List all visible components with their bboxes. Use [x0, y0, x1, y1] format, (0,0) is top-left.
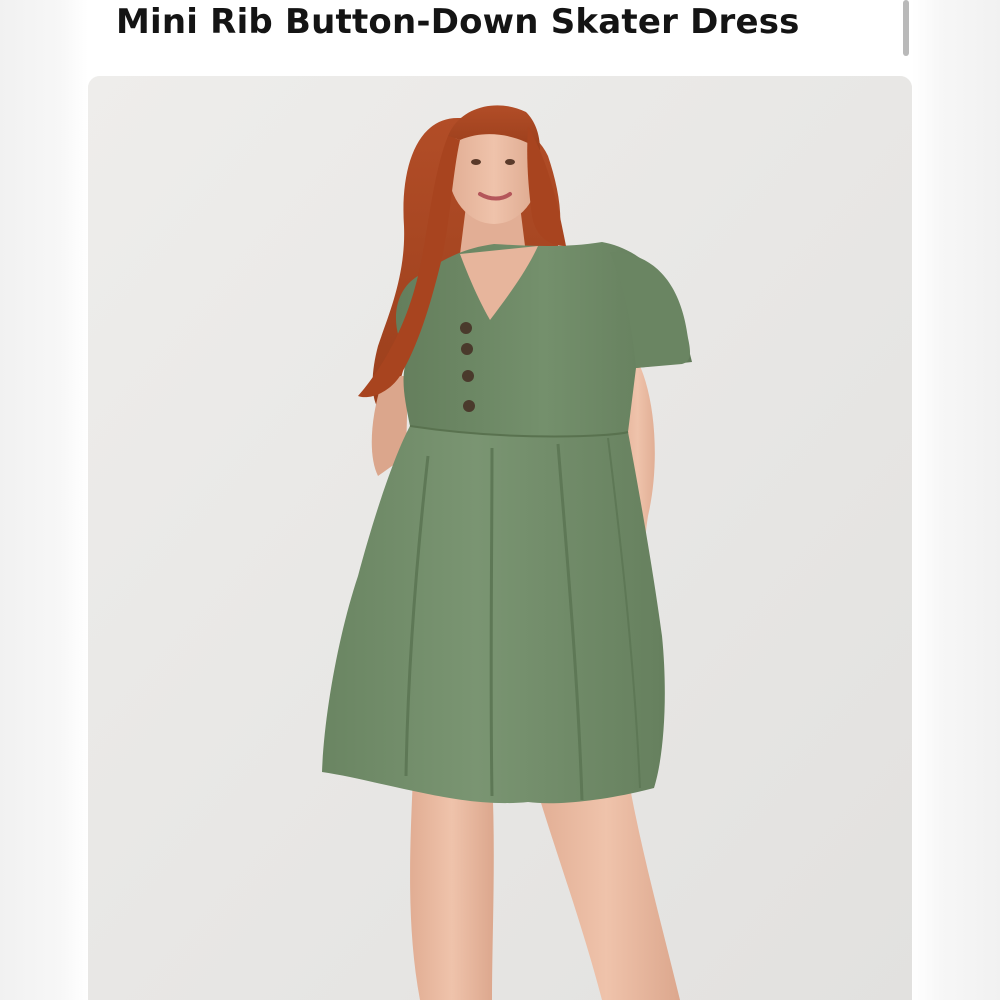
scrollbar-thumb[interactable]	[903, 0, 909, 56]
right-eye	[505, 159, 515, 165]
dress-button	[460, 322, 472, 334]
pleat-line	[489, 447, 494, 797]
dress-button	[461, 343, 473, 355]
product-page: Mini Rib Button-Down Skater Dress	[0, 0, 1000, 1000]
product-title: Mini Rib Button-Down Skater Dress	[116, 2, 800, 42]
product-image	[88, 76, 912, 1000]
product-header: Mini Rib Button-Down Skater Dress	[88, 0, 912, 76]
dress-button	[463, 400, 475, 412]
left-eye	[471, 159, 481, 165]
left-leg	[410, 776, 494, 1000]
dress-button	[462, 370, 474, 382]
product-photo[interactable]	[88, 76, 912, 1000]
